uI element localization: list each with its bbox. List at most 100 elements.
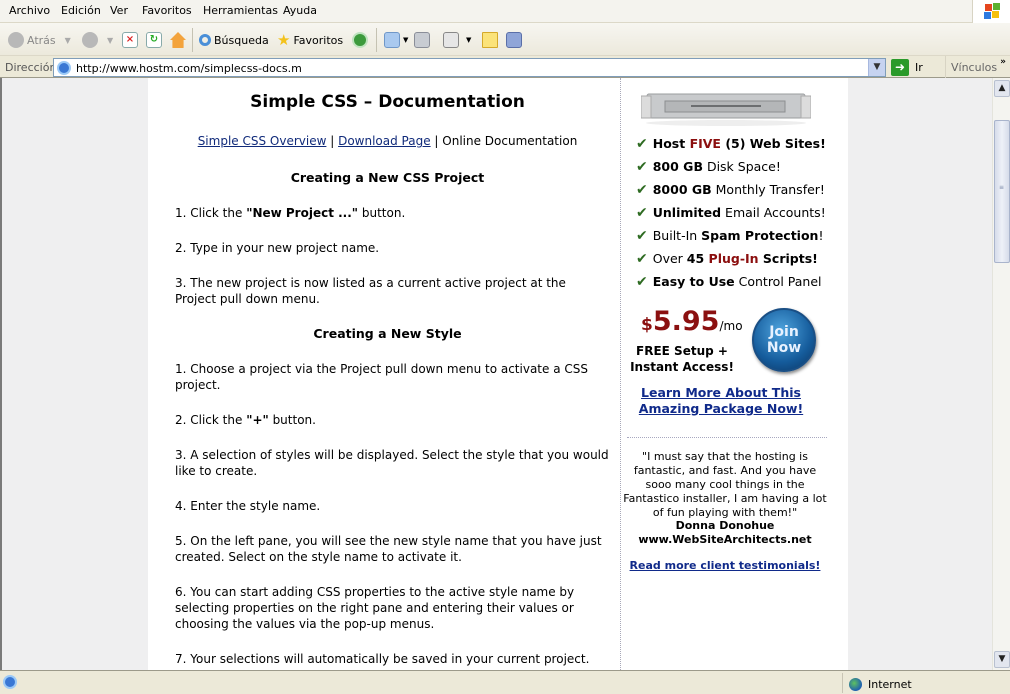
testimonial-author: Donna Donohue www.WebSiteArchitects.net (623, 519, 827, 547)
step-text: button. (268, 413, 316, 427)
server-image (641, 93, 811, 126)
history-button[interactable] (352, 30, 368, 50)
join-label: Join (769, 324, 799, 340)
price-amount: 5.95 (652, 306, 720, 337)
forward-button[interactable]: ▼ (82, 30, 113, 50)
price-unit: /mo (719, 319, 743, 333)
section-heading: Creating a New Style (313, 326, 462, 341)
print-icon (414, 32, 430, 48)
scroll-down-button[interactable]: ▼ (994, 651, 1010, 668)
feature-text: ! (818, 228, 824, 243)
step-item: 2. Type in your new project name. (175, 241, 380, 255)
feature-text: (5) Web Sites! (720, 136, 826, 151)
feature-text: Unlimited (652, 205, 722, 220)
sidebar-divider (627, 437, 827, 438)
feature-item: ✔ Over 45 Plug-In Scripts! (636, 251, 818, 267)
menu-bar: Archivo Edición Ver Favoritos Herramient… (0, 0, 1010, 23)
step-text: button. (358, 206, 406, 220)
step-item: 6. You can start adding CSS properties t… (175, 585, 575, 631)
breadcrumb-nav: Simple CSS Overview | Download Page | On… (165, 133, 610, 149)
search-icon (199, 34, 211, 46)
feature-item: ✔ Unlimited Email Accounts! (636, 205, 826, 221)
checkmark-icon: ✔ (636, 205, 648, 221)
feature-text: Spam Protection (701, 228, 819, 243)
home-button[interactable] (170, 30, 186, 50)
star-icon: ★ (277, 31, 291, 49)
favorites-button[interactable]: ★ Favoritos (277, 30, 343, 50)
ie-status-icon (3, 675, 17, 689)
author-name: Donna Donohue (675, 519, 775, 532)
learn-more-link[interactable]: Learn More About This Amazing Package Now… (621, 385, 821, 417)
documentation-main: Simple CSS – Documentation Simple CSS Ov… (148, 78, 620, 670)
forward-arrow-icon (82, 32, 98, 48)
column-divider (620, 78, 621, 670)
feature-text: Over (652, 251, 687, 266)
overview-link[interactable]: Simple CSS Overview (198, 134, 327, 148)
address-input[interactable]: http://www.hostm.com/simplecss-docs.m ▼ (53, 58, 886, 77)
checkmark-icon: ✔ (636, 274, 648, 290)
search-label: Búsqueda (214, 33, 269, 47)
stop-button[interactable]: × (122, 30, 138, 50)
go-arrow-icon[interactable]: ➜ (891, 59, 909, 76)
scroll-up-button[interactable]: ▲ (994, 80, 1010, 97)
address-dropdown-icon[interactable]: ▼ (868, 59, 885, 76)
menu-herramientas[interactable]: Herramientas (203, 4, 278, 17)
download-link[interactable]: Download Page (338, 134, 431, 148)
checkmark-icon: ✔ (636, 228, 648, 244)
menu-ayuda[interactable]: Ayuda (283, 4, 317, 17)
step-text: 2. Click the (175, 413, 247, 427)
back-label: Atrás (27, 33, 56, 47)
toolbar-separator (376, 28, 377, 52)
join-now-button[interactable]: Join Now (752, 308, 816, 372)
edit-dropdown-icon[interactable]: ▼ (466, 36, 471, 44)
checkmark-icon: ✔ (636, 251, 648, 267)
feature-text: 800 GB (652, 159, 703, 174)
mail-button[interactable]: ▼ (384, 30, 408, 50)
step-item: 3. A selection of styles will be display… (175, 448, 609, 478)
checkmark-icon: ✔ (636, 159, 648, 175)
step-item: 2. Click the "+" button. (175, 412, 610, 428)
feature-text: Disk Space! (702, 159, 781, 174)
discuss-button[interactable] (482, 30, 498, 50)
research-button[interactable] (506, 30, 522, 50)
menu-archivo[interactable]: Archivo (9, 4, 50, 17)
windows-logo-icon (972, 0, 1010, 23)
links-toolbar[interactable]: Vínculos » (945, 56, 1010, 78)
step-item: 7. Your selections will automatically be… (175, 652, 590, 666)
menu-edicion[interactable]: Edición (61, 4, 101, 17)
scroll-thumb[interactable]: ≡ (994, 120, 1010, 263)
feature-text: FIVE (689, 136, 721, 151)
security-zone: Internet (842, 673, 912, 693)
feature-text: Easy to Use (652, 274, 735, 289)
setup-line: Instant Access! (630, 360, 734, 374)
step-item: 1. Choose a project via the Project pull… (175, 362, 588, 392)
back-dropdown-icon[interactable]: ▼ (65, 36, 71, 45)
step-item: 4. Enter the style name. (175, 499, 321, 513)
testimonials-link[interactable]: Read more client testimonials! (623, 559, 827, 572)
zone-label: Internet (868, 678, 912, 691)
go-button[interactable]: Ir (915, 61, 923, 74)
feature-text: Host (652, 136, 690, 151)
print-button[interactable] (414, 30, 430, 50)
chevron-more-icon[interactable]: » (1000, 57, 1006, 67)
search-button[interactable]: Búsqueda (199, 30, 269, 50)
nav-separator: | (326, 134, 339, 148)
menu-ver[interactable]: Ver (110, 4, 128, 17)
back-button[interactable]: Atrás ▼ (8, 30, 71, 50)
research-icon (506, 32, 522, 48)
mail-dropdown-icon[interactable]: ▼ (403, 36, 408, 44)
price-currency: $ (641, 315, 653, 335)
forward-dropdown-icon[interactable]: ▼ (107, 36, 113, 45)
vertical-scrollbar[interactable]: ▲ ≡ ▼ (992, 78, 1010, 670)
edit-icon (443, 32, 459, 48)
section-heading: Creating a New CSS Project (290, 170, 485, 185)
menu-favoritos[interactable]: Favoritos (142, 4, 192, 17)
checkmark-icon: ✔ (636, 136, 648, 152)
feature-text: Plug-In (708, 251, 759, 266)
edit-button[interactable]: ▼ (443, 30, 471, 50)
refresh-button[interactable]: ↻ (146, 30, 162, 50)
favorites-label: Favoritos (293, 33, 344, 47)
note-icon (482, 32, 498, 48)
checkmark-icon: ✔ (636, 182, 648, 198)
step-item: 5. On the left pane, you will see the ne… (175, 534, 602, 564)
